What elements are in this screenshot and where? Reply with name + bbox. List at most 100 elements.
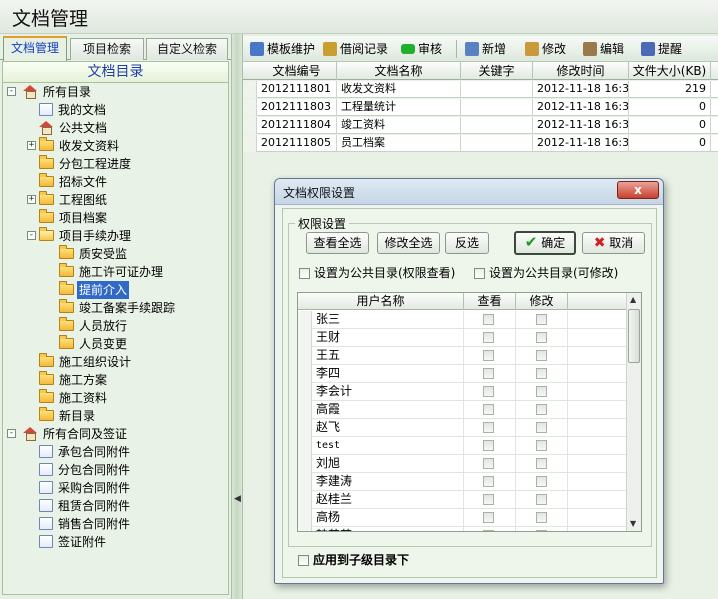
view-permission-checkbox[interactable] (483, 314, 494, 325)
grid-column-header[interactable]: 文档名称 (337, 62, 461, 80)
table-row[interactable]: 2012111803 工程量统计 2012-11-18 16:3 0 (243, 99, 718, 116)
edit-permission-checkbox[interactable] (536, 350, 547, 361)
edit-permission-checkbox[interactable] (536, 422, 547, 433)
tree-node[interactable]: 收发文资料 (39, 137, 121, 155)
user-row[interactable]: 赵飞 (298, 419, 626, 437)
tree-node[interactable]: 竣工备案手续跟踪 (59, 299, 177, 317)
user-row[interactable]: 韩芸芸 (298, 527, 626, 531)
invert-selection-button[interactable]: 反选 (445, 232, 489, 254)
view-permission-checkbox[interactable] (483, 422, 494, 433)
view-permission-checkbox[interactable] (483, 458, 494, 469)
select-all-view-button[interactable]: 查看全选 (306, 232, 369, 254)
toolbar-button[interactable]: 新增 (465, 39, 517, 59)
user-row[interactable]: test (298, 437, 626, 455)
view-permission-checkbox[interactable] (483, 368, 494, 379)
scroll-up-icon[interactable]: ▲ (630, 295, 636, 304)
tree-node[interactable]: 承包合同附件 (39, 443, 132, 461)
toolbar-button[interactable]: 审核 (401, 39, 459, 59)
view-permission-checkbox[interactable] (483, 530, 494, 531)
row-indicator[interactable] (298, 527, 312, 531)
toolbar-button[interactable]: 借阅记录 (323, 39, 397, 59)
tree-node[interactable]: 提前介入 (59, 281, 130, 299)
edit-permission-checkbox[interactable] (536, 530, 547, 531)
tree-node[interactable]: 销售合同附件 (39, 515, 132, 533)
user-row[interactable]: 李会计 (298, 383, 626, 401)
toolbar-button[interactable]: 修改 (525, 39, 577, 59)
tree-node[interactable]: 招标文件 (39, 173, 109, 191)
collapse-icon[interactable]: - (7, 87, 16, 96)
public-editable-checkbox[interactable]: 设置为公共目录(可修改) (474, 265, 618, 281)
row-indicator[interactable] (243, 99, 257, 116)
user-row[interactable]: 赵桂兰 (298, 491, 626, 509)
user-row[interactable]: 王财 (298, 329, 626, 347)
edit-permission-checkbox[interactable] (536, 332, 547, 343)
row-indicator[interactable] (298, 365, 312, 383)
row-indicator[interactable] (298, 437, 312, 455)
row-indicator[interactable] (243, 135, 257, 152)
scrollbar-thumb[interactable] (628, 309, 640, 363)
tree-node[interactable]: 质安受监 (59, 245, 129, 263)
view-permission-checkbox[interactable] (483, 386, 494, 397)
tree-node[interactable]: 施工方案 (39, 371, 109, 389)
row-indicator[interactable] (298, 473, 312, 491)
tree-node[interactable]: 分包合同附件 (39, 461, 132, 479)
apply-subfolders-checkbox[interactable]: 应用到子级目录下 (298, 552, 409, 568)
user-row[interactable]: 李四 (298, 365, 626, 383)
row-indicator[interactable] (298, 311, 312, 329)
public-editable-checkbox-box[interactable] (474, 268, 485, 279)
row-indicator[interactable] (298, 491, 312, 509)
tab-document-management[interactable]: 文档管理 (3, 36, 67, 61)
user-row[interactable]: 高杨 (298, 509, 626, 527)
tree-node[interactable]: 人员放行 (59, 317, 129, 335)
cancel-button[interactable]: ✖ 取消 (582, 232, 645, 254)
row-indicator[interactable] (298, 347, 312, 365)
edit-permission-checkbox[interactable] (536, 458, 547, 469)
tree-node[interactable]: 所有目录 (23, 83, 93, 101)
tree-node[interactable]: 采购合同附件 (39, 479, 132, 497)
edit-permission-checkbox[interactable] (536, 476, 547, 487)
grid-column-header[interactable]: 文档编号 (257, 62, 337, 80)
row-indicator[interactable] (243, 117, 257, 134)
user-name-column-header[interactable]: 用户名称 (298, 293, 464, 310)
tree-node[interactable]: 项目档案 (39, 209, 109, 227)
tree-node[interactable]: 施工组织设计 (39, 353, 133, 371)
tree-node[interactable]: 租赁合同附件 (39, 497, 132, 515)
view-permission-checkbox[interactable] (483, 476, 494, 487)
user-row[interactable]: 王五 (298, 347, 626, 365)
toolbar-button[interactable]: 编辑 (583, 39, 635, 59)
ok-button[interactable]: ✔ 确定 (514, 231, 576, 255)
edit-column-header[interactable]: 修改 (516, 293, 568, 310)
public-readonly-checkbox-box[interactable] (299, 268, 310, 279)
table-row[interactable]: 2012111805 员工档案 2012-11-18 16:3 0 (243, 135, 718, 152)
tree-node[interactable]: 签证附件 (39, 533, 108, 551)
collapse-left-icon[interactable]: ◀ (234, 494, 241, 504)
tree-node[interactable]: 人员变更 (59, 335, 129, 353)
row-indicator[interactable] (243, 81, 257, 98)
expand-icon[interactable]: + (27, 195, 36, 204)
grid-column-header[interactable]: 关键字 (461, 62, 533, 80)
tab-project-search[interactable]: 项目检索 (70, 38, 144, 60)
row-indicator[interactable] (298, 455, 312, 473)
toolbar-button[interactable]: 模板维护 (250, 39, 320, 59)
scroll-down-icon[interactable]: ▼ (630, 519, 636, 528)
user-row[interactable]: 张三 (298, 311, 626, 329)
tree-node[interactable]: 施工资料 (39, 389, 109, 407)
view-permission-checkbox[interactable] (483, 404, 494, 415)
row-indicator[interactable] (298, 329, 312, 347)
user-row[interactable]: 刘旭 (298, 455, 626, 473)
toolbar-button[interactable]: 提醒 (641, 39, 696, 59)
tree-node[interactable]: 施工许可证办理 (59, 263, 165, 281)
edit-permission-checkbox[interactable] (536, 386, 547, 397)
public-readonly-checkbox[interactable]: 设置为公共目录(权限查看) (299, 265, 455, 281)
view-permission-checkbox[interactable] (483, 512, 494, 523)
apply-subfolders-checkbox-box[interactable] (298, 555, 309, 566)
dialog-close-button[interactable]: x (617, 181, 659, 199)
collapse-icon[interactable]: - (7, 429, 16, 438)
user-row[interactable]: 李建涛 (298, 473, 626, 491)
view-permission-checkbox[interactable] (483, 440, 494, 451)
tree-node[interactable]: 我的文档 (39, 101, 108, 119)
tree-node[interactable]: 工程图纸 (39, 191, 109, 209)
panel-splitter[interactable]: ◀ (231, 34, 243, 599)
tree-node[interactable]: 项目手续办理 (39, 227, 133, 245)
row-indicator[interactable] (298, 383, 312, 401)
